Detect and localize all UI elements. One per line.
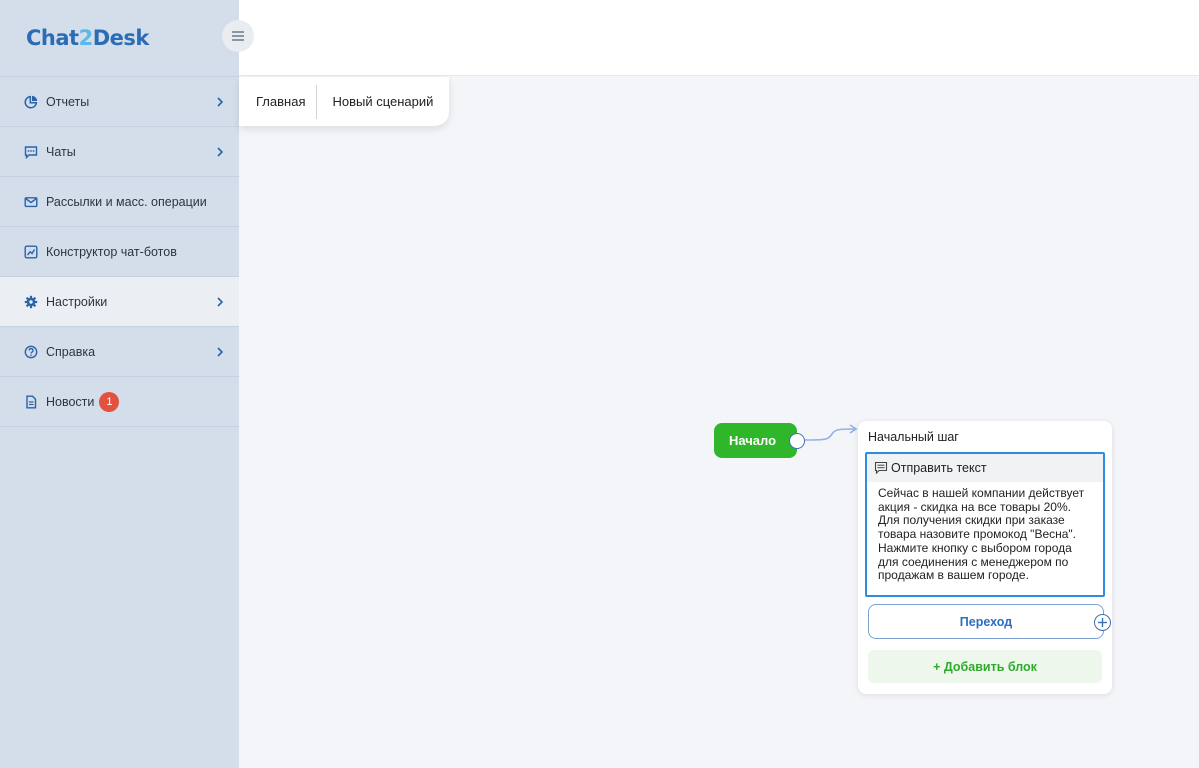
sidebar-item-label: Новости bbox=[46, 394, 95, 409]
news-count-badge: 1 bbox=[99, 391, 120, 412]
sidebar-item-mailings[interactable]: Рассылки и масс. операции bbox=[0, 177, 239, 227]
sidebar-item-settings[interactable]: Настройки bbox=[0, 277, 239, 327]
sidebar-item-label: Чаты bbox=[46, 144, 76, 159]
logo-text-two: 2 bbox=[78, 26, 94, 50]
sidebar-item-label: Справка bbox=[46, 344, 96, 359]
message-line: для соединения с менеджером по bbox=[878, 554, 1069, 569]
sidebar-item-label: Конструктор чат-ботов bbox=[46, 244, 177, 259]
message-line: Для получения скидки при заказе bbox=[878, 513, 1065, 528]
message-line: продажам в вашем городе. bbox=[878, 568, 1029, 583]
hamburger-icon bbox=[232, 35, 244, 37]
block-type-label: Отправить текст bbox=[891, 461, 987, 475]
start-node-output-port[interactable] bbox=[789, 433, 805, 449]
step-card[interactable]: Начальный шаг Отправить текст Сейчас в н… bbox=[858, 421, 1112, 694]
logo-text-desk: Desk bbox=[92, 26, 150, 50]
top-bar bbox=[239, 0, 1199, 76]
message-icon bbox=[874, 461, 888, 475]
add-block-button[interactable]: + Добавить блок bbox=[868, 650, 1102, 683]
logo-text-chat: Chat bbox=[26, 26, 79, 50]
sidebar-toggle-button[interactable] bbox=[222, 20, 254, 52]
connector-arrow bbox=[804, 424, 858, 441]
message-line: акция - скидка на все товары 20%. bbox=[878, 499, 1071, 514]
pie-chart-icon bbox=[24, 95, 38, 109]
breadcrumb-current: Новый сценарий bbox=[332, 94, 434, 109]
chevron-right-icon bbox=[217, 347, 224, 357]
sidebar-item-help[interactable]: Справка bbox=[0, 327, 239, 377]
message-line: товара назовите промокод "Весна". bbox=[878, 527, 1077, 542]
sidebar-item-label: Настройки bbox=[46, 294, 108, 309]
sidebar-item-reports[interactable]: Отчеты bbox=[0, 77, 239, 127]
sidebar-item-label: Рассылки и масс. операции bbox=[46, 194, 207, 209]
plus-icon bbox=[1098, 618, 1107, 627]
jump-button[interactable]: Переход bbox=[868, 604, 1104, 639]
envelope-icon bbox=[24, 195, 38, 209]
document-icon bbox=[24, 395, 38, 409]
message-line: Нажмите кнопку с выбором города bbox=[878, 540, 1072, 555]
message-line: Сейчас в нашей компании действует bbox=[878, 486, 1085, 500]
sidebar-item-news[interactable]: Новости 1 bbox=[0, 377, 239, 427]
sidebar-item-bot-builder[interactable]: Конструктор чат-ботов bbox=[0, 227, 239, 277]
chat-icon bbox=[24, 145, 38, 159]
sidebar-item-label: Отчеты bbox=[46, 94, 90, 109]
logo[interactable]: Chat 2 Desk bbox=[26, 24, 149, 52]
chevron-right-icon bbox=[217, 297, 224, 307]
trend-chart-icon bbox=[24, 245, 38, 259]
chevron-right-icon bbox=[217, 97, 224, 107]
breadcrumb: Главная Новый сценарий bbox=[239, 77, 449, 126]
breadcrumb-home-link[interactable]: Главная bbox=[239, 84, 318, 119]
send-text-block[interactable]: Отправить текст Сейчас в нашей компании … bbox=[865, 452, 1105, 597]
sidebar: Chat 2 Desk Отчеты Чаты Рассылки и масс. о… bbox=[0, 0, 239, 768]
gear-icon bbox=[24, 295, 38, 309]
question-icon bbox=[24, 345, 38, 359]
sidebar-item-chats[interactable]: Чаты bbox=[0, 127, 239, 177]
start-node[interactable]: Начало bbox=[714, 423, 797, 458]
message-text: Сейчас в нашей компании действует акция … bbox=[867, 482, 1103, 583]
send-text-block-header: Отправить текст bbox=[867, 454, 1103, 482]
step-title: Начальный шаг bbox=[868, 430, 959, 444]
sidebar-menu: Отчеты Чаты Рассылки и масс. операции Ко… bbox=[0, 76, 239, 427]
jump-output-port[interactable] bbox=[1094, 614, 1111, 631]
chevron-right-icon bbox=[217, 147, 224, 157]
